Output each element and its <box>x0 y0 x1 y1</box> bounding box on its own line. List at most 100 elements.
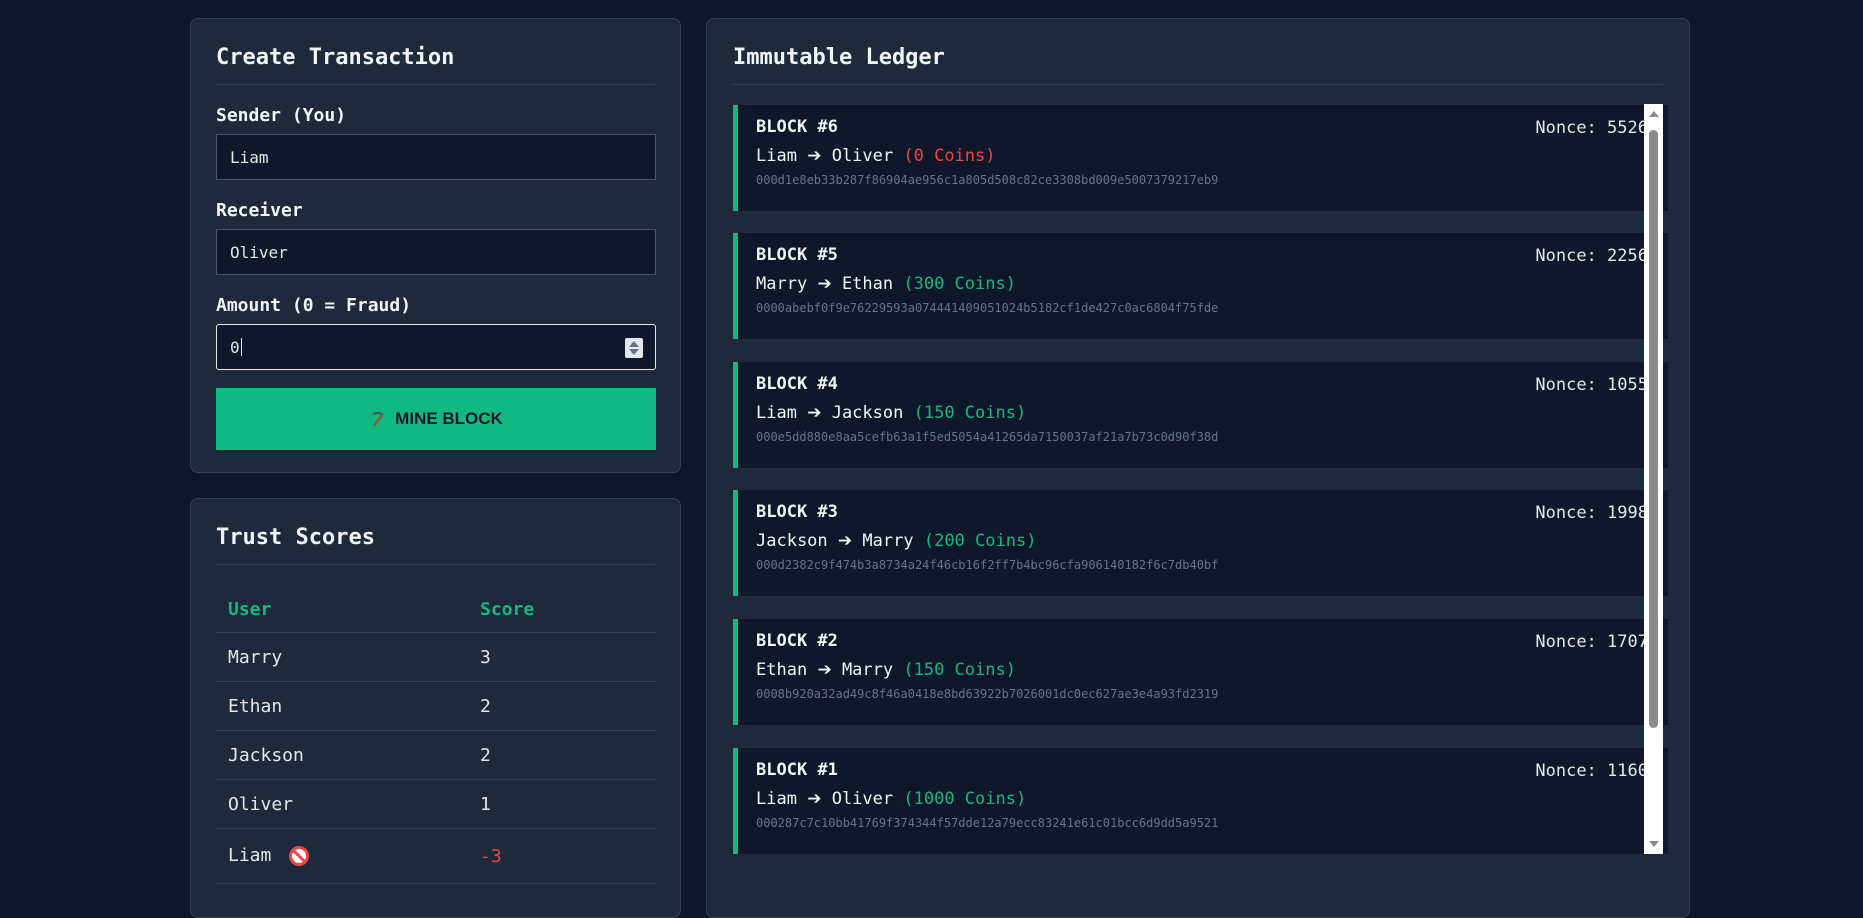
tx-from: Jackson <box>756 531 828 551</box>
column-header-score: Score <box>468 585 656 633</box>
score-cell: 1 <box>468 779 656 829</box>
score-cell: 2 <box>468 681 656 731</box>
tx-from: Liam <box>756 146 797 166</box>
arrow-right-icon: ➔ <box>817 660 832 680</box>
spin-down-icon[interactable] <box>629 349 639 355</box>
user-cell: Oliver <box>216 779 468 829</box>
nonce-label: Nonce: <box>1535 375 1597 395</box>
nonce-value: 5526 <box>1607 118 1648 138</box>
arrow-right-icon: ➔ <box>807 789 822 809</box>
arrow-right-icon: ➔ <box>837 531 853 551</box>
arrow-right-icon: ➔ <box>817 274 832 294</box>
nonce-value: 2256 <box>1607 246 1648 266</box>
create-transaction-panel: Create Transaction Sender (You) Liam Rec… <box>190 18 681 473</box>
block-hash: 000d1e8eb33b287f86904ae956c1a805d508c82c… <box>756 173 1219 187</box>
block-card: BLOCK #6 Nonce: 5526 Liam ➔ Oliver (0 Co… <box>733 105 1668 211</box>
block-transaction: Liam ➔ Oliver (1000 Coins) <box>756 789 1648 809</box>
block-title: BLOCK #6 <box>756 117 838 137</box>
block-title: BLOCK #4 <box>756 374 838 394</box>
arrow-right-icon: ➔ <box>807 403 822 423</box>
table-header-row: User Score <box>216 585 656 633</box>
table-row: Oliver 1 <box>216 779 656 829</box>
block-title: BLOCK #1 <box>756 760 838 780</box>
block-transaction: Marry ➔ Ethan (300 Coins) <box>756 274 1648 294</box>
nonce-label: Nonce: <box>1535 118 1597 138</box>
tx-to: Marry <box>862 531 914 551</box>
arrow-right-icon: ➔ <box>807 146 822 166</box>
score-cell: 2 <box>468 730 656 780</box>
receiver-input[interactable]: Oliver <box>216 229 656 275</box>
block-nonce: Nonce: 5526 <box>1535 118 1648 138</box>
sender-value: Liam <box>230 147 269 167</box>
receiver-label: Receiver <box>216 200 303 221</box>
nonce-value: 1707 <box>1607 632 1648 652</box>
nonce-label: Nonce: <box>1535 761 1597 781</box>
ledger-scroll-area[interactable]: BLOCK #6 Nonce: 5526 Liam ➔ Oliver (0 Co… <box>733 105 1685 855</box>
block-hash: 000e5dd880e8aa5cefb63a1f5ed5054a41265da7… <box>756 430 1219 444</box>
create-transaction-title: Create Transaction <box>216 45 655 85</box>
block-card: BLOCK #3 Nonce: 1998 Jackson ➔ Marry (20… <box>733 490 1668 596</box>
pickaxe-icon <box>372 412 385 427</box>
block-hash: 0000abebf0f9e76229593a074441409051024b51… <box>756 301 1219 315</box>
mine-block-button[interactable]: MINE BLOCK <box>216 388 656 450</box>
scrollbar-thumb[interactable] <box>1649 130 1658 728</box>
nonce-label: Nonce: <box>1535 632 1597 652</box>
block-transaction: Jackson ➔ Marry (200 Coins) <box>756 531 1648 551</box>
receiver-value: Oliver <box>230 242 288 262</box>
spin-up-icon[interactable] <box>629 341 639 347</box>
tx-from: Liam <box>756 403 797 423</box>
column-header-user: User <box>216 585 468 633</box>
block-card: BLOCK #4 Nonce: 1055 Liam ➔ Jackson (150… <box>733 362 1668 468</box>
table-row: Jackson 2 <box>216 730 656 780</box>
tx-amount: (0 Coins) <box>903 146 996 166</box>
block-hash: 000287c7c10bb41769f374344f57dde12a79ecc8… <box>756 816 1219 830</box>
mine-block-label: MINE BLOCK <box>395 409 503 428</box>
amount-label: Amount (0 = Fraud) <box>216 295 412 316</box>
scroll-up-icon[interactable] <box>1649 111 1659 117</box>
scroll-down-icon[interactable] <box>1649 841 1659 847</box>
tx-from: Ethan <box>756 660 808 680</box>
block-hash: 000d2382c9f474b3a8734a24f46cb16f2ff7b4bc… <box>756 558 1219 572</box>
trust-scores-table: User Score Marry 3 Ethan 2 Jackson 2 Oli… <box>216 585 656 884</box>
block-transaction: Liam ➔ Oliver (0 Coins) <box>756 146 1648 166</box>
block-nonce: Nonce: 2256 <box>1535 246 1648 266</box>
nonce-label: Nonce: <box>1535 246 1597 266</box>
tx-amount: (1000 Coins) <box>903 789 1027 809</box>
tx-to: Oliver <box>831 146 894 166</box>
nonce-value: 1998 <box>1607 503 1648 523</box>
number-spinner[interactable] <box>625 338 643 358</box>
trust-scores-title: Trust Scores <box>216 525 655 565</box>
block-transaction: Liam ➔ Jackson (150 Coins) <box>756 403 1648 423</box>
tx-amount: (150 Coins) <box>903 660 1016 680</box>
sender-input[interactable]: Liam <box>216 134 656 180</box>
tx-amount: (200 Coins) <box>923 531 1037 551</box>
sender-label: Sender (You) <box>216 105 347 126</box>
user-cell: Liam <box>216 828 468 884</box>
block-title: BLOCK #2 <box>756 631 838 651</box>
block-title: BLOCK #5 <box>756 245 838 265</box>
table-row: Marry 3 <box>216 632 656 682</box>
text-caret <box>240 338 242 356</box>
user-name: Liam <box>228 845 272 866</box>
amount-input[interactable]: 0 <box>216 324 656 370</box>
block-nonce: Nonce: 1055 <box>1535 375 1648 395</box>
tx-to: Ethan <box>841 274 894 294</box>
nonce-label: Nonce: <box>1535 503 1597 523</box>
tx-from: Marry <box>756 274 808 294</box>
ledger-scrollbar[interactable] <box>1644 104 1663 854</box>
block-hash: 0008b920a32ad49c8f46a0418e8bd63922b70260… <box>756 687 1219 701</box>
table-row: Ethan 2 <box>216 681 656 731</box>
block-nonce: Nonce: 1998 <box>1535 503 1648 523</box>
score-cell: 3 <box>468 632 656 682</box>
tx-to: Marry <box>841 660 894 680</box>
tx-to: Oliver <box>831 789 894 809</box>
user-cell: Jackson <box>216 730 468 780</box>
block-transaction: Ethan ➔ Marry (150 Coins) <box>756 660 1648 680</box>
trust-scores-panel: Trust Scores User Score Marry 3 Ethan 2 … <box>190 498 681 918</box>
tx-amount: (150 Coins) <box>913 403 1027 423</box>
block-nonce: Nonce: 1707 <box>1535 632 1648 652</box>
tx-to: Jackson <box>831 403 904 423</box>
block-card: BLOCK #5 Nonce: 2256 Marry ➔ Ethan (300 … <box>733 233 1668 339</box>
tx-amount: (300 Coins) <box>903 274 1016 294</box>
block-card: BLOCK #2 Nonce: 1707 Ethan ➔ Marry (150 … <box>733 619 1668 725</box>
